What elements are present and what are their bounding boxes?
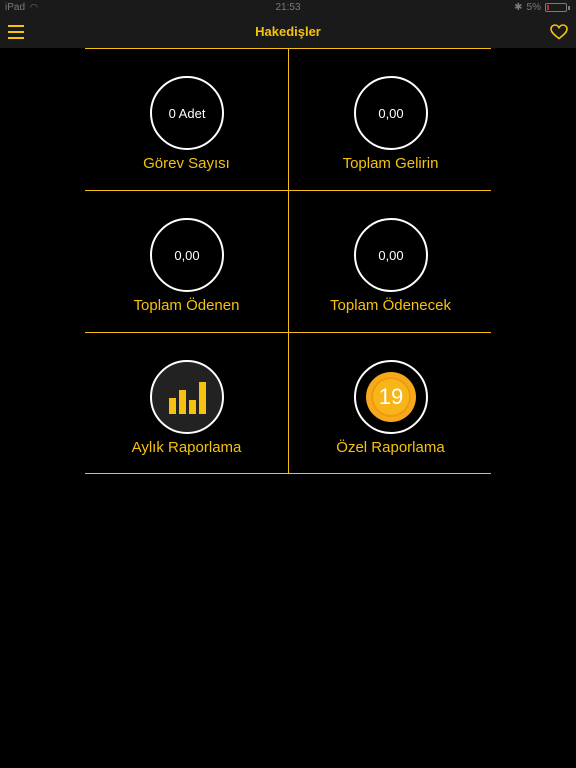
clock: 21:53 [275,2,301,13]
tile-aylik-raporlama[interactable]: Aylık Raporlama [85,332,288,474]
tile-toplam-odenen[interactable]: 0,00 Toplam Ödenen [85,190,288,332]
tile-label: Toplam Ödenen [133,297,240,314]
tile-gorev-sayisi[interactable]: 0 Adet Görev Sayısı [85,48,288,190]
tile-icon-circle: 19 [354,360,428,434]
tile-value-circle: 0,00 [354,218,428,292]
tile-value-circle: 0 Adet [150,76,224,150]
tile-toplam-odenecek[interactable]: 0,00 Toplam Ödenecek [289,190,492,332]
tile-value-circle: 0,00 [150,218,224,292]
tile-ozel-raporlama[interactable]: 19 Özel Raporlama [289,332,492,474]
tile-value: 0 Adet [168,105,206,121]
tile-value-circle: 0,00 [354,76,428,150]
tile-label: Özel Raporlama [336,439,445,456]
calendar-day: 19 [378,384,404,409]
navigation-bar: Hakedişler [0,16,576,48]
heart-icon[interactable] [550,24,568,40]
page-title: Hakedişler [255,24,321,39]
bluetooth-icon: ✱ [514,2,523,13]
tile-icon-circle [150,360,224,434]
calendar-icon: 19 [366,372,416,422]
status-bar: iPad ◠ 21:53 ✱ 5% [0,0,576,16]
battery-percent: 5% [526,2,541,13]
tile-label: Toplam Ödenecek [330,297,451,314]
tile-value: 0,00 [378,247,404,263]
tile-label: Görev Sayısı [143,155,230,172]
bar-chart-icon [168,380,206,414]
dashboard-grid: 0 Adet Görev Sayısı 0,00 Toplam Gelirin … [85,48,491,474]
tile-label: Aylık Raporlama [131,439,242,456]
battery-icon [545,3,567,12]
status-right: ✱ 5% [514,2,570,13]
tile-value: 0,00 [378,105,404,121]
tile-toplam-gelirin[interactable]: 0,00 Toplam Gelirin [289,48,492,190]
tile-value: 0,00 [174,247,200,263]
tile-label: Toplam Gelirin [342,155,439,172]
